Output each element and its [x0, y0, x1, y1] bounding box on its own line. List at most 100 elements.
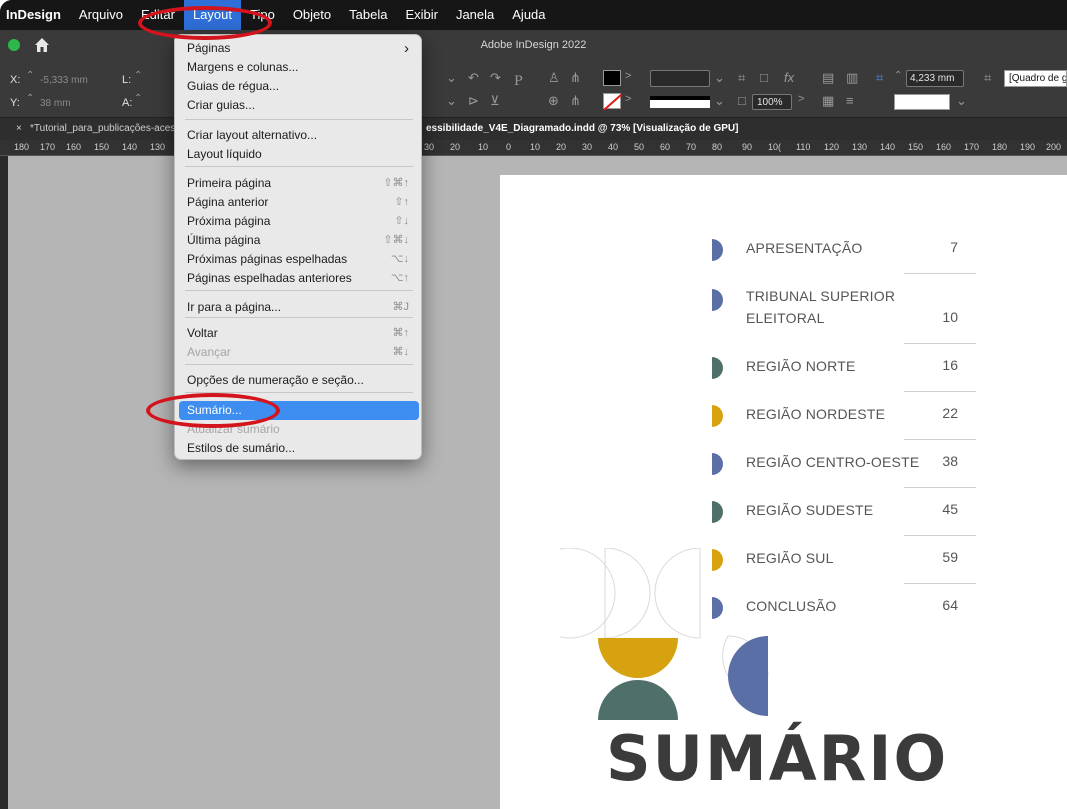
flip-vertical-icon[interactable]: ⊻	[490, 93, 500, 109]
toc-title-line: REGIÃO NORTE	[746, 358, 856, 374]
none-swatch-icon	[603, 93, 623, 111]
layout-menu-item[interactable]: Páginas espelhadas anteriores ⌥↑	[179, 269, 419, 288]
toc-title-line: ELEITORAL	[746, 310, 825, 326]
select-next-icon[interactable]: ⋔	[570, 93, 581, 109]
stroke-weight-dropdown-icon[interactable]: ⌄	[714, 70, 725, 86]
document-tab-active[interactable]: essibilidade_V4E_Diagramado.indd @ 73% […	[426, 123, 738, 134]
layout-menu-item[interactable]: Criar guias...	[179, 96, 419, 115]
spacing-stepper-icon[interactable]: ⌃	[894, 70, 902, 81]
vertical-ruler[interactable]	[0, 156, 8, 809]
menu-item-shortcut: ⇧↓	[394, 215, 409, 227]
object-style-field[interactable]	[894, 94, 950, 110]
document-tab-bar: × *Tutorial_para_publicações-aces essibi…	[0, 118, 1067, 140]
ruler-tick: 150	[908, 142, 924, 152]
menu-arquivo[interactable]: Arquivo	[70, 0, 132, 30]
toc-title: APRESENTAÇÃO	[746, 237, 863, 259]
opacity-value: 100%	[757, 97, 783, 108]
layout-menu-item[interactable]: Última página ⇧⌘↓	[179, 231, 419, 250]
menu-separator	[185, 290, 413, 291]
stroke-swatch[interactable]	[603, 93, 623, 111]
menu-item-label: Avançar	[187, 345, 231, 359]
corner-options-icon[interactable]: ⌗	[738, 70, 745, 86]
spacing-field[interactable]: 4,233 mm	[906, 70, 964, 87]
a-stepper-icon[interactable]: ⌃	[134, 93, 142, 104]
text-frame-icon[interactable]: P	[514, 74, 523, 89]
frame-type-field[interactable]: [Quadro de g	[1004, 70, 1067, 87]
columns-icon[interactable]: ▥	[846, 70, 858, 86]
menu-item-shortcut: ⌥↑	[390, 272, 409, 284]
menu-tabela[interactable]: Tabela	[340, 0, 396, 30]
menu-item-label: Páginas	[187, 41, 231, 55]
menu-item-shortcut: ⌘J	[392, 301, 410, 313]
opacity-arrow-icon[interactable]: >	[798, 93, 804, 105]
stroke-type-field[interactable]	[650, 96, 710, 108]
frame-fitting-icon[interactable]: ⌗	[984, 70, 991, 86]
rotate-ccw-icon[interactable]: ↷	[490, 70, 501, 86]
dropdown-icon[interactable]: ⌄	[446, 93, 457, 109]
half-circle-icon	[712, 501, 723, 523]
frame-type-value: [Quadro de g	[1009, 73, 1067, 84]
opacity-field[interactable]: 100%	[752, 94, 792, 110]
toc-page-number: 38	[942, 453, 958, 469]
menu-janela[interactable]: Janela	[447, 0, 503, 30]
toc-page-number: 64	[942, 597, 958, 613]
layout-menu-item[interactable]: Próximas páginas espelhadas ⌥↓	[179, 250, 419, 269]
y-stepper-icon[interactable]: ⌃	[26, 93, 34, 104]
distribute-icon[interactable]: ≡	[846, 93, 854, 108]
stroke-type-dropdown-icon[interactable]: ⌄	[714, 93, 725, 109]
layout-menu-item[interactable]: Margens e colunas...	[179, 58, 419, 77]
horizontal-ruler[interactable]: 180 170 160 150 140 130 30 20 10 0 10 20…	[0, 140, 1067, 156]
layout-menu-item[interactable]: Páginas ›	[179, 39, 419, 58]
layout-menu-item[interactable]: Criar layout alternativo...	[179, 126, 419, 145]
x-stepper-icon[interactable]: ⌃	[26, 70, 34, 81]
layout-menu-item[interactable]: Página anterior ⇧↑	[179, 193, 419, 212]
text-wrap-icon[interactable]: ▤	[822, 70, 834, 86]
rotate-icon[interactable]: ↶	[468, 70, 479, 86]
layout-menu-item[interactable]: Guias de régua...	[179, 77, 419, 96]
dropdown-icon[interactable]: ⌄	[446, 70, 457, 86]
menu-item-label: Criar guias...	[187, 98, 256, 112]
layout-menu-item[interactable]: Primeira página ⇧⌘↑	[179, 174, 419, 193]
menu-ajuda[interactable]: Ajuda	[503, 0, 554, 30]
toc-title: REGIÃO SUDESTE	[746, 499, 873, 521]
select-container-icon[interactable]: ♙	[548, 70, 560, 86]
layout-menu-item[interactable]: Layout líquido	[179, 145, 419, 164]
layout-menu-item[interactable]: Opções de numeração e seção...	[179, 371, 419, 390]
object-style-dropdown-icon[interactable]: ⌄	[956, 93, 967, 109]
close-tab-icon[interactable]: ×	[16, 123, 22, 134]
ruler-tick: 10	[478, 142, 489, 152]
document-tab[interactable]: *Tutorial_para_publicações-aces	[30, 123, 175, 134]
ruler-tick: 20	[556, 142, 567, 152]
decorative-shapes	[560, 548, 769, 720]
toc-title-line: APRESENTAÇÃO	[746, 240, 863, 256]
opacity-icon[interactable]: □	[738, 93, 746, 108]
fill-swatch[interactable]	[603, 70, 621, 86]
fill-arrow-icon[interactable]: >	[625, 70, 631, 82]
toc-divider	[904, 535, 976, 536]
toc-title: REGIÃO NORTE	[746, 355, 856, 377]
menu-app[interactable]: InDesign	[4, 0, 70, 30]
layout-menu-item[interactable]: Estilos de sumário...	[179, 439, 419, 458]
l-stepper-icon[interactable]: ⌃	[134, 70, 142, 81]
x-field[interactable]: -5,333 mm	[40, 75, 88, 86]
effects-icon[interactable]: fx	[784, 70, 794, 85]
ruler-tick: 120	[824, 142, 840, 152]
stroke-arrow-icon[interactable]: >	[625, 93, 631, 105]
layout-menu-item[interactable]: Próxima página ⇧↓	[179, 212, 419, 231]
ruler-tick: 130	[150, 142, 166, 152]
select-previous-icon[interactable]: ⊕	[548, 93, 559, 109]
spacing-icon[interactable]: ⌗	[876, 70, 883, 86]
menu-exibir[interactable]: Exibir	[396, 0, 447, 30]
layout-menu-item[interactable]: Voltar ⌘↑	[179, 324, 419, 343]
select-content-icon[interactable]: ⋔	[570, 70, 581, 86]
layout-menu-item[interactable]: Ir para a página... ⌘J	[179, 298, 419, 317]
stroke-weight-field[interactable]	[650, 70, 710, 87]
menu-item-label: Próxima página	[187, 214, 271, 228]
menu-objeto[interactable]: Objeto	[284, 0, 340, 30]
align-icon[interactable]: ▦	[822, 93, 834, 109]
frame-icon[interactable]: □	[760, 70, 768, 85]
ruler-tick: 140	[880, 142, 896, 152]
flip-horizontal-icon[interactable]: ⊳	[468, 93, 479, 109]
ruler-tick: 150	[94, 142, 110, 152]
y-field[interactable]: 38 mm	[40, 98, 71, 109]
